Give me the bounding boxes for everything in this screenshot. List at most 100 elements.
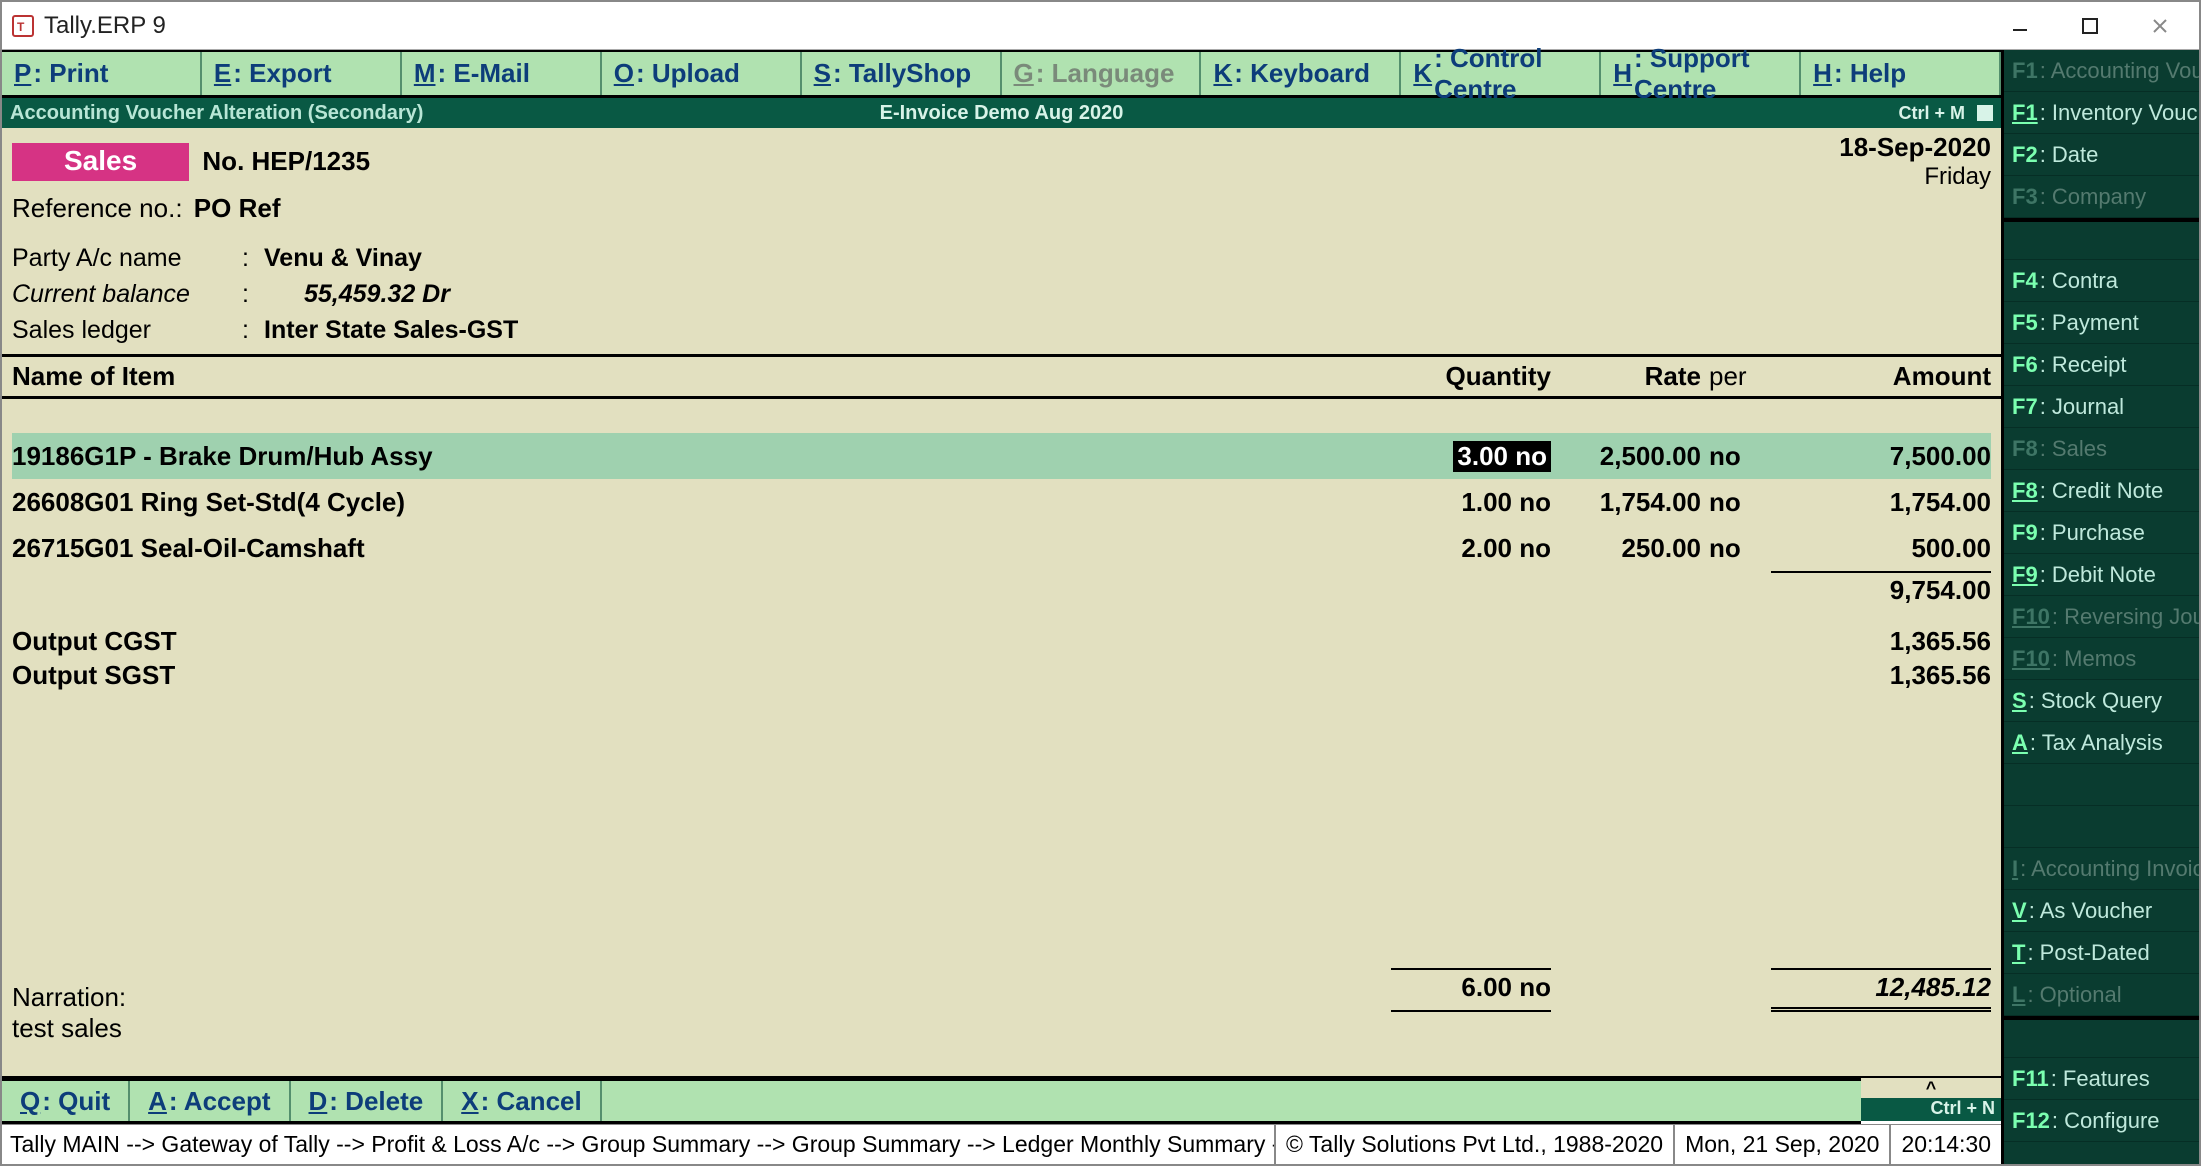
item-row[interactable]: 19186G1P - Brake Drum/Hub Assy 3.00 no2,5… <box>12 433 1991 479</box>
balance-label: Current balance <box>12 276 242 312</box>
tax-row[interactable]: Output CGST1,365.56 <box>12 624 1991 658</box>
item-amount: 1,754.00 <box>1771 487 1991 518</box>
menu-upload[interactable]: O: Upload <box>602 52 802 95</box>
svg-text:T: T <box>17 20 25 34</box>
item-qty[interactable]: 1.00 no <box>1391 487 1551 518</box>
voucher-date[interactable]: 18-Sep-2020 <box>1839 132 1991 163</box>
company-name: E-Invoice Demo Aug 2020 <box>880 102 1124 125</box>
fkey-iaccountinginvoice: I: Accounting Invoice <box>2004 848 2199 890</box>
item-row[interactable]: 26715G01 Seal-Oil-Camshaft2.00 no250.00n… <box>12 525 1991 571</box>
fkey-blank <box>2004 1016 2199 1058</box>
fkey-f6receipt[interactable]: F6: Receipt <box>2004 344 2199 386</box>
voucher-no-label: No. HEP/1235 <box>195 146 370 177</box>
fkey-loptional: L: Optional <box>2004 974 2199 1016</box>
fkey-ataxanalysis[interactable]: A: Tax Analysis <box>2004 722 2199 764</box>
col-rate-header: Rate <box>1551 361 1701 392</box>
menu-e-mail[interactable]: M: E-Mail <box>402 52 602 95</box>
fkey-f5payment[interactable]: F5: Payment <box>2004 302 2199 344</box>
calculator-caret[interactable]: ^ <box>1861 1078 2001 1098</box>
fkey-f8creditnote[interactable]: F8: Credit Note <box>2004 470 2199 512</box>
menu-export[interactable]: E: Export <box>202 52 402 95</box>
breadcrumb: Tally MAIN --> Gateway of Tally --> Prof… <box>2 1131 1274 1158</box>
col-amt-header: Amount <box>1771 361 1991 392</box>
item-row[interactable]: 26608G01 Ring Set-Std(4 Cycle)1.00 no1,7… <box>12 479 1991 525</box>
menu-tallyshop[interactable]: S: TallyShop <box>802 52 1002 95</box>
items-body: 19186G1P - Brake Drum/Hub Assy 3.00 no2,5… <box>2 399 2001 962</box>
item-amount: 7,500.00 <box>1771 441 1991 472</box>
balance-value: 55,459.32 Dr <box>264 276 450 312</box>
fkey-f10reversingjournal: F10: Reversing Journal <box>2004 596 2199 638</box>
voucher-type-pill[interactable]: Sales <box>12 143 189 181</box>
menu-supportcentre[interactable]: H: Support Centre <box>1601 52 1801 95</box>
action-cancel[interactable]: X: Cancel <box>443 1081 602 1121</box>
items-header: Name of Item Quantity Rate per Amount <box>2 354 2001 399</box>
tax-row[interactable]: Output SGST1,365.56 <box>12 658 1991 692</box>
status-date: Mon, 21 Sep, 2020 <box>1673 1125 1889 1164</box>
fkey-f7journal[interactable]: F7: Journal <box>2004 386 2199 428</box>
action-delete[interactable]: D: Delete <box>291 1081 444 1121</box>
shortcut-hint: Ctrl + M <box>1898 103 1969 124</box>
fkey-f10memos: F10: Memos <box>2004 638 2199 680</box>
fkey-f9debitnote[interactable]: F9: Debit Note <box>2004 554 2199 596</box>
item-rate[interactable]: 1,754.00 <box>1551 487 1701 518</box>
sales-ledger-value[interactable]: Inter State Sales-GST <box>264 312 518 348</box>
voucher-day: Friday <box>1839 163 1991 191</box>
item-per: no <box>1701 487 1771 518</box>
menu-help[interactable]: H: Help <box>1801 52 2001 95</box>
fkey-blank <box>2004 806 2199 848</box>
sales-ledger-label: Sales ledger <box>12 312 242 348</box>
fkey-f3company: F3: Company <box>2004 176 2199 218</box>
reference-value[interactable]: PO Ref <box>194 193 281 223</box>
fkey-f1accountingvouchers: F1: Accounting Vouchers <box>2004 50 2199 92</box>
statusbar: Tally MAIN --> Gateway of Tally --> Prof… <box>2 1124 2001 1164</box>
items-subtotal: 9,754.00 <box>1771 571 1991 606</box>
app-window: T Tally.ERP 9 P: PrintE: ExportM: E-Mail… <box>0 0 2201 1166</box>
action-quit[interactable]: Q: Quit <box>2 1081 130 1121</box>
menu-controlcentre[interactable]: K: Control Centre <box>1401 52 1601 95</box>
col-per-header: per <box>1701 361 1771 392</box>
bottom-actions: Q: QuitA: AcceptD: DeleteX: Cancel <box>2 1078 1861 1124</box>
quantity-input[interactable]: 3.00 no <box>1453 441 1551 472</box>
narration-value[interactable]: test sales <box>12 1013 1991 1044</box>
item-name[interactable]: 19186G1P - Brake Drum/Hub Assy <box>12 441 1391 472</box>
fkey-blank <box>2004 764 2199 806</box>
party-value[interactable]: Venu & Vinay <box>264 240 422 276</box>
close-button[interactable] <box>2125 3 2195 49</box>
top-menubar: P: PrintE: ExportM: E-MailO: UploadS: Ta… <box>2 50 2001 98</box>
fkey-f1inventoryvouchers[interactable]: F1: Inventory Vouchers <box>2004 92 2199 134</box>
item-amount: 500.00 <box>1771 533 1991 564</box>
party-label: Party A/c name <box>12 240 242 276</box>
fkey-f4contra[interactable]: F4: Contra <box>2004 260 2199 302</box>
menu-keyboard[interactable]: K: Keyboard <box>1201 52 1401 95</box>
breadcrumb-bar: Accounting Voucher Alteration (Secondary… <box>2 98 2001 128</box>
fkey-f8sales: F8: Sales <box>2004 428 2199 470</box>
fkey-f9purchase[interactable]: F9: Purchase <box>2004 512 2199 554</box>
item-name[interactable]: 26715G01 Seal-Oil-Camshaft <box>12 533 1391 564</box>
fkey-blank <box>2004 218 2199 260</box>
menu-print[interactable]: P: Print <box>2 52 202 95</box>
fkey-f12configure[interactable]: F12: Configure <box>2004 1100 2199 1142</box>
titlebar: T Tally.ERP 9 <box>2 2 2199 50</box>
fkey-tpost-dated[interactable]: T: Post-Dated <box>2004 932 2199 974</box>
window-title: Tally.ERP 9 <box>44 12 166 40</box>
fkey-sstockquery[interactable]: S: Stock Query <box>2004 680 2199 722</box>
ctrl-n-hint: Ctrl + N <box>1861 1098 2001 1121</box>
copyright: © Tally Solutions Pvt Ltd., 1988-2020 <box>1274 1125 1673 1164</box>
fkey-f11features[interactable]: F11: Features <box>2004 1058 2199 1100</box>
item-rate[interactable]: 250.00 <box>1551 533 1701 564</box>
fkey-vasvoucher[interactable]: V: As Voucher <box>2004 890 2199 932</box>
maximize-pane-icon[interactable] <box>1977 105 1993 121</box>
item-qty[interactable]: 3.00 no <box>1391 441 1551 472</box>
total-amount: 12,485.12 <box>1771 968 1991 1012</box>
item-name[interactable]: 26608G01 Ring Set-Std(4 Cycle) <box>12 487 1391 518</box>
item-qty[interactable]: 2.00 no <box>1391 533 1551 564</box>
item-per: no <box>1701 533 1771 564</box>
col-qty-header: Quantity <box>1391 361 1551 392</box>
fkey-f2date[interactable]: F2: Date <box>2004 134 2199 176</box>
item-rate[interactable]: 2,500.00 <box>1551 441 1701 472</box>
tally-app-icon: T <box>10 13 36 39</box>
status-time: 20:14:30 <box>1889 1125 2001 1164</box>
action-accept[interactable]: A: Accept <box>130 1081 290 1121</box>
maximize-button[interactable] <box>2055 3 2125 49</box>
minimize-button[interactable] <box>1985 3 2055 49</box>
